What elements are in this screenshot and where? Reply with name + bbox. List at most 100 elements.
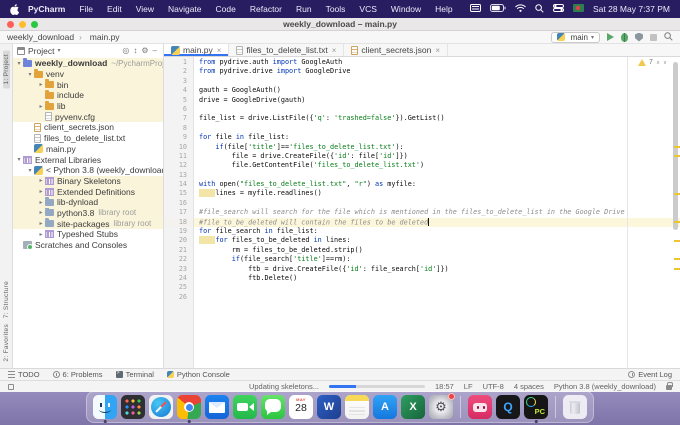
dock-item-quicktime-player[interactable]: Q: [496, 395, 520, 419]
line-number[interactable]: 14: [164, 180, 193, 189]
project-tree-item[interactable]: client_secrets.json: [13, 122, 163, 133]
line-number[interactable]: 26: [164, 293, 193, 302]
menu-tools[interactable]: Tools: [319, 4, 353, 14]
breadcrumb-item[interactable]: weekly_download: [7, 32, 74, 42]
code-line[interactable]: ftb = drive.CreateFile({'id': file_searc…: [199, 265, 680, 274]
editor-tab[interactable]: main.py ×: [164, 44, 230, 56]
tool-window-button-terminal[interactable]: Terminal: [115, 370, 154, 379]
status-widget[interactable]: 4 spaces: [514, 382, 544, 391]
line-number[interactable]: 12: [164, 161, 193, 170]
code-line[interactable]: drive = GoogleDrive(gauth): [199, 96, 680, 105]
next-warning-icon[interactable]: ∨: [663, 60, 667, 66]
menu-help[interactable]: Help: [428, 4, 459, 14]
run-button[interactable]: [607, 33, 614, 41]
dock-item-finder[interactable]: [93, 395, 117, 423]
project-tree-item[interactable]: ▸ python3.8 library root: [13, 207, 163, 219]
wifi-icon[interactable]: [515, 4, 526, 14]
tool-window-button-problems[interactable]: 6: Problems: [52, 370, 103, 379]
project-tree-item[interactable]: ▸ lib-dynload: [13, 196, 163, 208]
project-tree-item[interactable]: ▸ bin: [13, 79, 163, 91]
editor-gutter[interactable]: 1 2 3 4 5 6 7 8 9 10 11 12 13 14 15 16 17 18 19 20 21 22 23 24 2…: [164, 57, 194, 368]
line-number[interactable]: 13: [164, 171, 193, 180]
menu-view[interactable]: View: [129, 4, 161, 14]
project-tree-item[interactable]: ▸ Binary Skeletons: [13, 175, 163, 187]
tree-chevron-icon[interactable]: ▾: [15, 60, 23, 67]
code-line[interactable]: [199, 293, 680, 302]
line-number[interactable]: 20: [164, 236, 193, 245]
line-number[interactable]: 10: [164, 143, 193, 152]
lock-icon[interactable]: [666, 382, 673, 390]
tree-chevron-icon[interactable]: ▾: [15, 156, 23, 163]
code-line[interactable]: file_list = drive.ListFile({'q': 'trashe…: [199, 114, 680, 123]
code-line[interactable]: file.GetContentFile('files_to_delete_lis…: [199, 161, 680, 170]
code-line[interactable]: #file_search will search for the file wh…: [199, 208, 680, 217]
menu-run[interactable]: Run: [289, 4, 319, 14]
line-number[interactable]: 3: [164, 77, 193, 86]
zoom-window-button[interactable]: [31, 20, 38, 28]
project-tree-item[interactable]: ▾ External Libraries: [13, 154, 163, 165]
project-tree-item[interactable]: ▸ Extended Definitions: [13, 186, 163, 197]
input-language-flag-icon[interactable]: [572, 4, 584, 14]
menu-clock[interactable]: Sat 28 May 7:37 PM: [593, 4, 670, 14]
line-number[interactable]: 9: [164, 133, 193, 142]
line-number[interactable]: 24: [164, 274, 193, 283]
status-widget[interactable]: 18:57: [435, 382, 454, 391]
dock-item-safari[interactable]: [149, 395, 173, 419]
tree-chevron-icon[interactable]: ▸: [37, 177, 45, 184]
code-line[interactable]: ftb.Delete(): [199, 274, 680, 283]
tool-window-button-python[interactable]: Python Console: [166, 370, 230, 379]
menu-code[interactable]: Code: [209, 4, 243, 14]
project-tree-item[interactable]: pyvenv.cfg: [13, 111, 163, 123]
project-tree-item[interactable]: ▾weekly_download~/PycharmProjects/weekly…: [13, 58, 163, 69]
code-line[interactable]: lines = myfile.readlines(): [199, 189, 680, 198]
dock-item-launchpad[interactable]: [121, 395, 145, 419]
menu-file[interactable]: File: [72, 4, 100, 14]
project-tree-item[interactable]: ▸ lib: [13, 100, 163, 112]
spotlight-search-icon[interactable]: [535, 3, 544, 15]
dock-item-microsoft-excel[interactable]: X: [401, 395, 425, 419]
tree-chevron-icon[interactable]: ▸: [37, 103, 45, 110]
code-line[interactable]: if(file['title']=='files_to_delete_list.…: [199, 143, 680, 152]
code-line[interactable]: rm = files_to_be_deleted.strip(): [199, 246, 680, 255]
project-tree-item[interactable]: Scratches and Consoles: [13, 240, 163, 251]
code-line[interactable]: [199, 77, 680, 86]
dock-item-google-chrome[interactable]: [177, 395, 201, 423]
prev-warning-icon[interactable]: ∧: [656, 60, 660, 66]
line-number[interactable]: 8: [164, 124, 193, 133]
close-tab-icon[interactable]: ×: [332, 46, 337, 55]
dock-item-facetime[interactable]: [233, 395, 257, 419]
tree-chevron-icon[interactable]: ▸: [37, 199, 45, 206]
status-widget[interactable]: UTF-8: [483, 382, 504, 391]
menu-navigate[interactable]: Navigate: [161, 4, 209, 14]
menu-pycharm[interactable]: PyCharm: [21, 4, 72, 14]
line-number[interactable]: 17: [164, 208, 193, 217]
tree-chevron-icon[interactable]: ▾: [26, 167, 34, 174]
minimize-window-button[interactable]: [19, 20, 26, 28]
coverage-button[interactable]: [635, 32, 643, 42]
editor-tab[interactable]: files_to_delete_list.txt ×: [229, 44, 345, 56]
status-widget[interactable]: Python 3.8 (weekly_download): [554, 382, 656, 391]
tool-button-project[interactable]: 1: Project: [2, 50, 10, 89]
code-editor[interactable]: 1 2 3 4 5 6 7 8 9 10 11 12 13 14 15 16 17 18 19 20 21 22 23 24 2…: [164, 57, 680, 368]
debug-button[interactable]: [621, 32, 628, 42]
menu-refactor[interactable]: Refactor: [243, 4, 289, 14]
line-number[interactable]: 22: [164, 255, 193, 264]
code-line[interactable]: for file in file_list:: [199, 133, 680, 142]
apple-menu[interactable]: [10, 3, 19, 15]
tool-window-switcher-icon[interactable]: [8, 383, 14, 390]
hide-panel-icon[interactable]: –: [151, 46, 159, 55]
chevron-down-icon[interactable]: ▾: [57, 47, 60, 54]
project-tree-item[interactable]: ▾< Python 3.8 (weekly_download) >/Users/…: [13, 165, 163, 176]
line-number[interactable]: 11: [164, 152, 193, 161]
status-widget[interactable]: LF: [464, 382, 473, 391]
tool-window-button-todo[interactable]: TODO: [8, 370, 40, 379]
menu-vcs[interactable]: VCS: [352, 4, 383, 14]
close-tab-icon[interactable]: ×: [435, 46, 440, 55]
code-line[interactable]: for files_to_be_deleted in lines:: [199, 236, 680, 245]
code-line[interactable]: gauth = GoogleAuth(): [199, 86, 680, 95]
project-panel-title[interactable]: Project: [28, 46, 54, 56]
control-center-icon[interactable]: [552, 4, 564, 14]
dock-item-system-preferences[interactable]: ⚙: [429, 393, 455, 419]
code-line[interactable]: with open("files_to_delete_list.txt", "r…: [199, 180, 680, 189]
dock-item-robot-assistant-app[interactable]: [468, 395, 492, 419]
